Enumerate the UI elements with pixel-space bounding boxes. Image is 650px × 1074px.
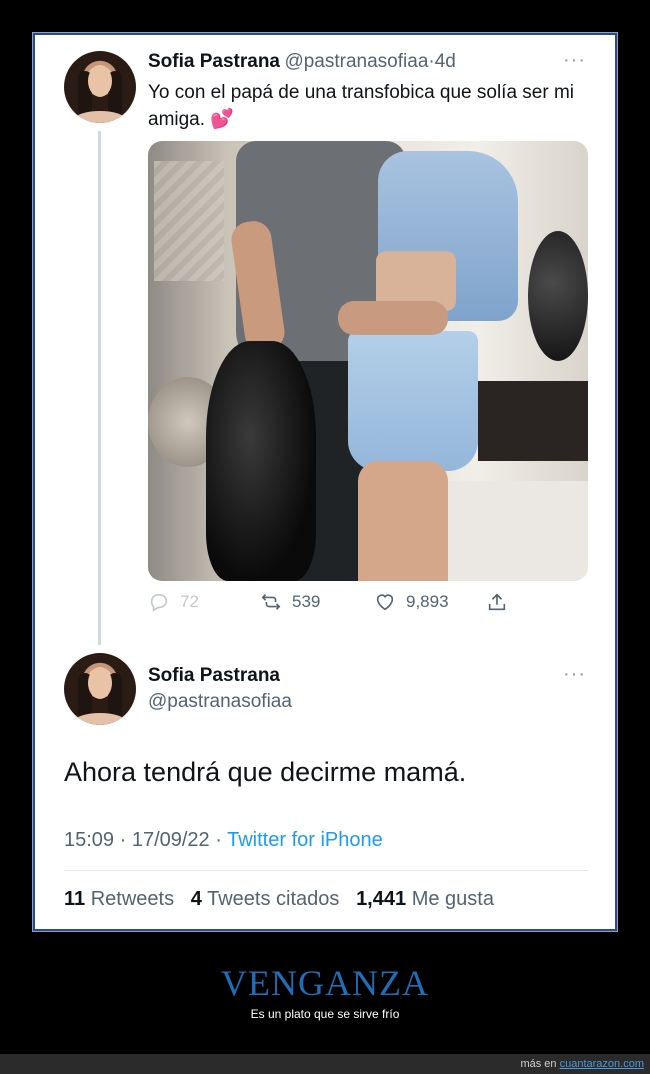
retweet-count: 539 xyxy=(292,592,321,611)
quotes-stat[interactable]: 4 Tweets citados xyxy=(191,888,340,910)
author-handle[interactable]: @pastranasofiaa xyxy=(284,51,428,72)
tweet-card: Sofia Pastrana @pastranasofiaa·4d ··· Yo… xyxy=(32,32,618,932)
quotes-label: Tweets citados xyxy=(207,888,340,910)
share-icon xyxy=(488,593,506,611)
separator-dot: · xyxy=(209,829,228,851)
retweets-count: 11 xyxy=(64,888,86,910)
quotes-count: 4 xyxy=(190,888,202,910)
site-link[interactable]: cuantarazon.com xyxy=(560,1058,644,1070)
thread-connector-line xyxy=(98,131,101,645)
retweets-stat[interactable]: 11 Retweets xyxy=(64,888,174,910)
retweets-label: Retweets xyxy=(90,888,175,910)
heart-icon xyxy=(376,594,394,611)
author-handle[interactable]: @pastranasofiaa xyxy=(148,691,292,713)
tweet-timestamp[interactable]: 15:09 · 17/09/22 xyxy=(64,829,210,851)
tweet-stats: 11 Retweets 4 Tweets citados 1,441 Me gu… xyxy=(64,888,494,911)
tweet-meta: 15:09 · 17/09/22 · Twitter for iPhone xyxy=(64,829,383,852)
tweet-text: Yo con el papá de una transfobica que so… xyxy=(148,79,588,133)
retweet-icon xyxy=(261,594,281,610)
like-button[interactable]: 9,893 xyxy=(374,591,449,613)
avatar[interactable] xyxy=(64,653,136,725)
retweet-button[interactable]: 539 xyxy=(260,591,320,613)
tweet-age[interactable]: 4d xyxy=(435,51,456,72)
reply-button[interactable]: 72 xyxy=(148,591,199,613)
likes-stat[interactable]: 1,441 Me gusta xyxy=(356,888,494,910)
avatar[interactable] xyxy=(64,51,136,123)
reply-count: 72 xyxy=(180,592,199,611)
more-options-icon[interactable]: ··· xyxy=(563,663,586,686)
more-options-icon[interactable]: ··· xyxy=(563,49,586,72)
tweet-text: Ahora tendrá que decirme mamá. xyxy=(64,757,467,787)
likes-label: Me gusta xyxy=(411,888,494,910)
author-name[interactable]: Sofia Pastrana xyxy=(148,51,280,72)
like-count: 9,893 xyxy=(406,592,449,611)
two-hearts-emoji-icon: 💕 xyxy=(210,109,234,130)
divider xyxy=(64,870,588,871)
caption-subtitle: Es un plato que se sirve frío xyxy=(250,1007,400,1021)
likes-count: 1,441 xyxy=(356,888,407,910)
tweet-source-link[interactable]: Twitter for iPhone xyxy=(227,829,383,851)
site-footer: más en cuantarazon.com xyxy=(0,1054,650,1074)
caption-title: VENGANZA xyxy=(221,963,429,1003)
tweet-header: Sofia Pastrana @pastranasofiaa·4d xyxy=(148,51,456,73)
share-button[interactable] xyxy=(486,591,508,613)
author-name[interactable]: Sofia Pastrana xyxy=(148,665,280,687)
reply-icon xyxy=(150,593,168,612)
tweet-actions-bar: 72 539 9,893 xyxy=(148,591,588,621)
tweet-photo[interactable] xyxy=(148,141,588,581)
footer-prefix: más en xyxy=(520,1058,557,1070)
